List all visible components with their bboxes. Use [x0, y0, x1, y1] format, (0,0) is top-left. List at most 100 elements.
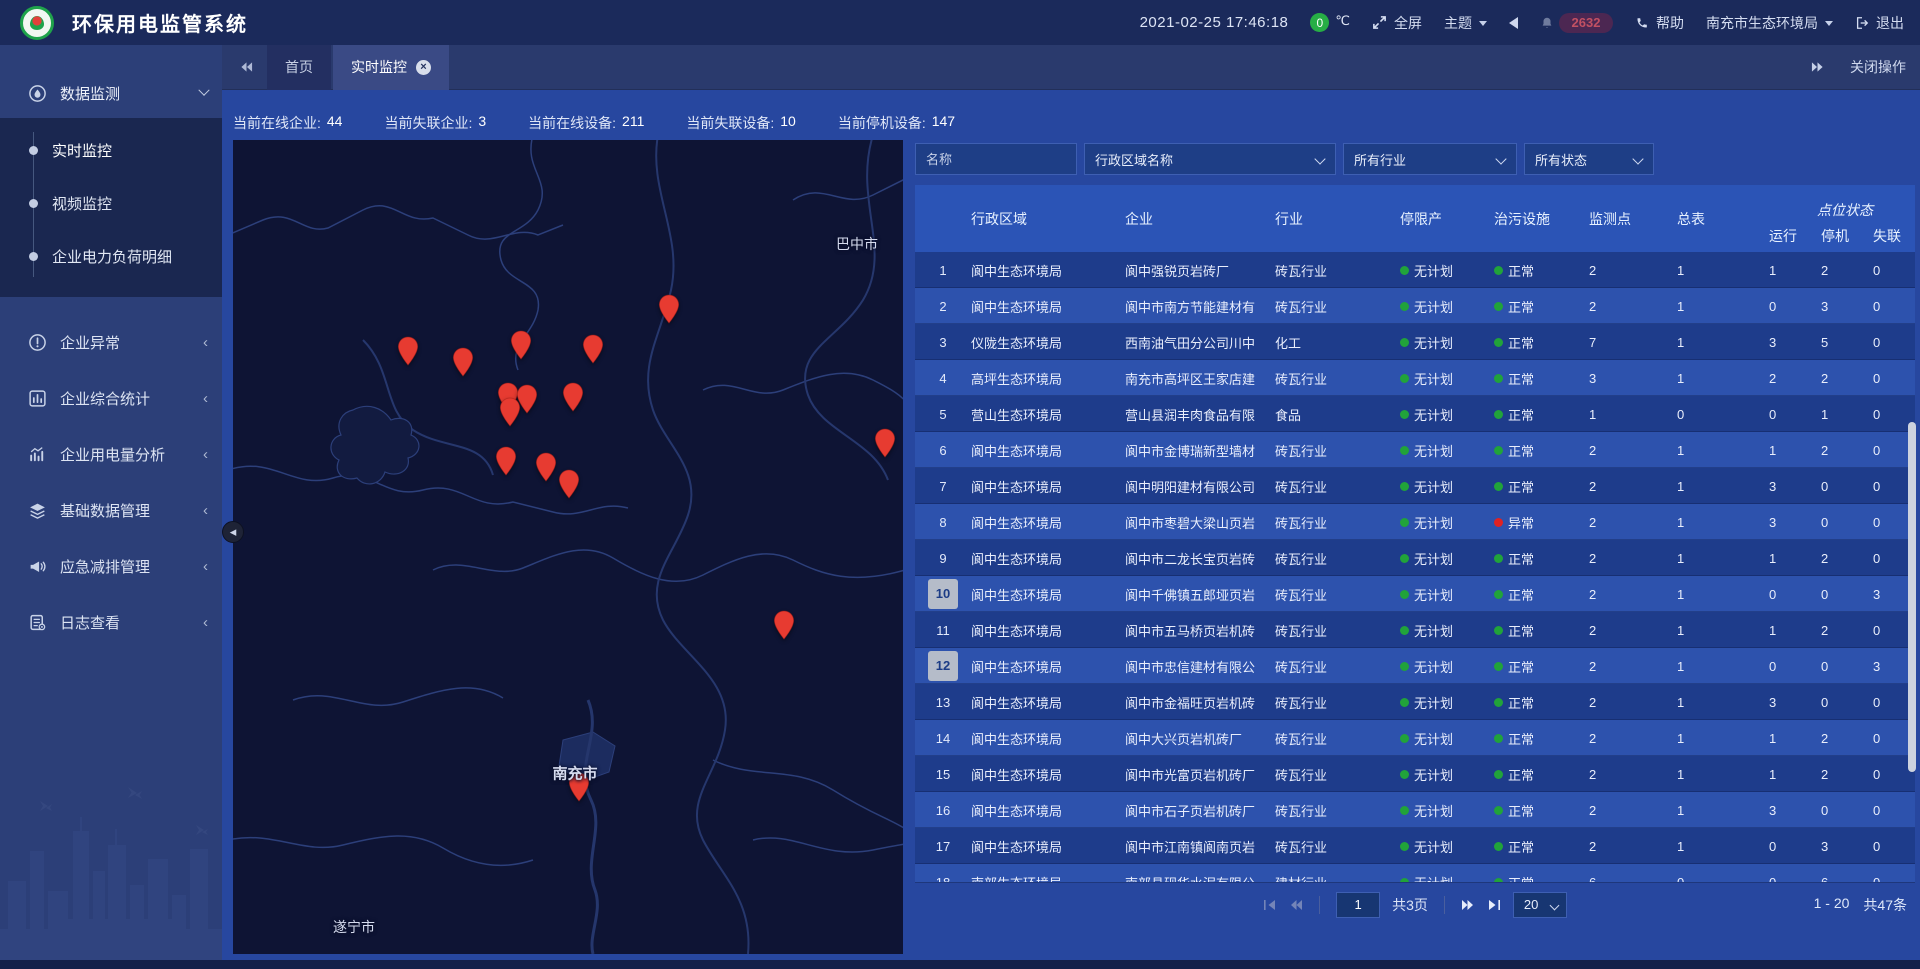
production-status-dot — [1400, 374, 1409, 383]
map-pin-icon[interactable] — [500, 397, 521, 432]
sidebar-item-data-monitoring[interactable]: 数据监测 — [0, 68, 222, 118]
facility-status-label: 正常 — [1508, 765, 1534, 784]
tabs-scroll-left-button[interactable] — [240, 61, 253, 73]
production-status-label: 无计划 — [1414, 729, 1453, 748]
production-status-label: 无计划 — [1414, 693, 1453, 712]
prev-page-button[interactable] — [1289, 899, 1303, 911]
volume-icon — [1509, 17, 1518, 29]
industry-filter-select[interactable]: 所有行业 — [1343, 143, 1517, 175]
user-org-dropdown[interactable]: 南充市生态环境局 — [1706, 13, 1833, 33]
cell-halt-count: 1 — [1821, 407, 1873, 422]
map-pin-icon[interactable] — [496, 446, 517, 481]
map-pin-icon[interactable] — [774, 610, 795, 645]
table-row[interactable]: 17 阆中生态环境局 阆中市江南镇阆南页岩 砖瓦行业 无计划 — [915, 828, 1915, 864]
table-row[interactable]: 6 阆中生态环境局 阆中市金博瑞新型墙材 砖瓦行业 无计划 — [915, 432, 1915, 468]
cell-run-count: 2 — [1769, 371, 1821, 386]
table-row[interactable]: 10 阆中生态环境局 阆中千佛镇五郎垭页岩 砖瓦行业 无计划 — [915, 576, 1915, 612]
app-window: 环保用电监管系统 2021-02-25 17:46:18 0 ℃ 全屏 主题 2… — [0, 0, 1920, 969]
page-number-input[interactable] — [1336, 892, 1380, 918]
tabs-scroll-right-button[interactable] — [1811, 61, 1824, 73]
next-page-button[interactable] — [1461, 899, 1475, 911]
row-number: 16 — [933, 803, 953, 818]
table-row[interactable]: 2 阆中生态环境局 阆中市南方节能建材有 砖瓦行业 无计划 — [915, 288, 1915, 324]
table-row[interactable]: 14 阆中生态环境局 阆中大兴页岩机砖厂 砖瓦行业 无计划 — [915, 720, 1915, 756]
map-pin-icon[interactable] — [511, 330, 532, 365]
production-status-label: 无计划 — [1414, 549, 1453, 568]
sidebar-item-label: 基础数据管理 — [60, 500, 203, 521]
notification-area[interactable]: 2632 — [1540, 13, 1613, 33]
last-page-icon — [1487, 899, 1501, 911]
map-pin-icon[interactable] — [563, 382, 584, 417]
region-filter-select[interactable]: 行政区域名称 — [1084, 143, 1336, 175]
table-row[interactable]: 1 阆中生态环境局 阆中强锐页岩砖厂 砖瓦行业 无计划 — [915, 252, 1915, 288]
cell-monitor-count: 2 — [1589, 515, 1677, 530]
cell-industry: 砖瓦行业 — [1275, 261, 1400, 280]
fullscreen-button[interactable]: 全屏 — [1372, 13, 1422, 33]
sidebar-item-emergency-reduction[interactable]: 应急减排管理 ‹ — [0, 538, 222, 594]
bar-chart-icon — [28, 445, 47, 464]
table-row[interactable]: 18 南部生态环境局 南部县砚华水泥有限公 建材行业 无计划 — [915, 864, 1915, 882]
sidebar-item-video-monitoring[interactable]: 视频监控 — [0, 177, 222, 230]
map-pin-icon[interactable] — [398, 336, 419, 371]
cell-lost-count: 0 — [1873, 875, 1915, 883]
cell-index: 3 — [915, 335, 971, 350]
table-row[interactable]: 15 阆中生态环境局 阆中市光富页岩机砖厂 砖瓦行业 无计划 — [915, 756, 1915, 792]
tab-home[interactable]: 首页 — [267, 45, 331, 90]
theme-dropdown[interactable]: 主题 — [1444, 13, 1487, 33]
status-filter-select[interactable]: 所有状态 — [1524, 143, 1654, 175]
table-row[interactable]: 3 仪陇生态环境局 西南油气田分公司川中 化工 无计划 — [915, 324, 1915, 360]
sidebar-item-power-load-detail[interactable]: 企业电力负荷明细 — [0, 230, 222, 283]
name-filter-input[interactable] — [915, 143, 1077, 175]
sidebar-item-basic-data[interactable]: 基础数据管理 ‹ — [0, 482, 222, 538]
first-page-button[interactable] — [1263, 899, 1277, 911]
stat-offline-devices: 当前失联设备:10 — [686, 113, 795, 133]
table-header: 行政区域 企业 行业 停限产 治污设施 监测点 总表 点位状态 运行 停机 失联 — [915, 185, 1915, 252]
table-row[interactable]: 8 阆中生态环境局 阆中市枣碧大梁山页岩 砖瓦行业 无计划 — [915, 504, 1915, 540]
help-button[interactable]: 帮助 — [1635, 13, 1684, 33]
close-operations-button[interactable]: 关闭操作 — [1850, 57, 1906, 77]
sidebar-item-enterprise-abnormal[interactable]: 企业异常 ‹ — [0, 314, 222, 370]
sidebar-item-realtime-monitoring[interactable]: 实时监控 — [0, 124, 222, 177]
tab-realtime-monitoring[interactable]: 实时监控 × — [333, 45, 449, 90]
col-index — [915, 185, 971, 252]
tab-bar: 首页 实时监控 × 关闭操作 — [222, 45, 1920, 90]
tab-close-icon[interactable]: × — [416, 60, 431, 75]
row-number: 7 — [933, 479, 953, 494]
cell-production-status: 无计划 — [1400, 261, 1494, 280]
table-row[interactable]: 13 阆中生态环境局 阆中市金福旺页岩机砖 砖瓦行业 无计划 — [915, 684, 1915, 720]
cell-region: 阆中生态环境局 — [971, 729, 1125, 748]
table-row[interactable]: 16 阆中生态环境局 阆中市石子页岩机砖厂 砖瓦行业 无计划 — [915, 792, 1915, 828]
last-page-button[interactable] — [1487, 899, 1501, 911]
table-body: 1 阆中生态环境局 阆中强锐页岩砖厂 砖瓦行业 无计划 — [915, 252, 1915, 882]
cell-index: 12 — [915, 651, 971, 681]
map-pin-icon[interactable] — [659, 294, 680, 329]
page-size-select[interactable]: 20 — [1513, 892, 1567, 918]
volume-button[interactable] — [1509, 17, 1518, 29]
map-pin-icon[interactable] — [875, 428, 896, 463]
facility-status-dot — [1494, 590, 1503, 599]
table-row[interactable]: 9 阆中生态环境局 阆中市二龙长宝页岩砖 砖瓦行业 无计划 — [915, 540, 1915, 576]
scrollbar-thumb[interactable] — [1908, 422, 1916, 772]
sidebar-item-power-analysis[interactable]: 企业用电量分析 ‹ — [0, 426, 222, 482]
sidebar-item-enterprise-statistics[interactable]: 企业综合统计 ‹ — [0, 370, 222, 426]
table-row[interactable]: 7 阆中生态环境局 阆中明阳建材有限公司 砖瓦行业 无计划 — [915, 468, 1915, 504]
table-row[interactable]: 12 阆中生态环境局 阆中市忠信建材有限公 砖瓦行业 无计划 — [915, 648, 1915, 684]
sidebar-subitem-label: 企业电力负荷明细 — [52, 246, 172, 267]
sidebar-item-log-view[interactable]: 日志查看 ‹ — [0, 594, 222, 650]
row-number: 3 — [933, 335, 953, 350]
phone-icon — [1635, 16, 1649, 30]
double-chevron-left-icon — [240, 61, 253, 73]
map-collapse-toggle-button[interactable]: ◂ — [222, 521, 244, 543]
map-pin-icon[interactable] — [559, 469, 580, 504]
map-panel[interactable]: 巴中市南充市遂宁市 ◂ — [233, 140, 903, 954]
table-row[interactable]: 4 高坪生态环境局 南充市高坪区王家店建 砖瓦行业 无计划 — [915, 360, 1915, 396]
map-pin-icon[interactable] — [569, 772, 590, 807]
map-pin-icon[interactable] — [583, 334, 604, 369]
table-row[interactable]: 5 营山生态环境局 营山县润丰肉食品有限 食品 无计划 — [915, 396, 1915, 432]
logout-button[interactable]: 退出 — [1855, 13, 1904, 33]
facility-status-dot — [1494, 518, 1503, 527]
cell-industry: 砖瓦行业 — [1275, 729, 1400, 748]
map-pin-icon[interactable] — [453, 347, 474, 382]
table-row[interactable]: 11 阆中生态环境局 阆中市五马桥页岩机砖 砖瓦行业 无计划 — [915, 612, 1915, 648]
map-pin-icon[interactable] — [536, 452, 557, 487]
